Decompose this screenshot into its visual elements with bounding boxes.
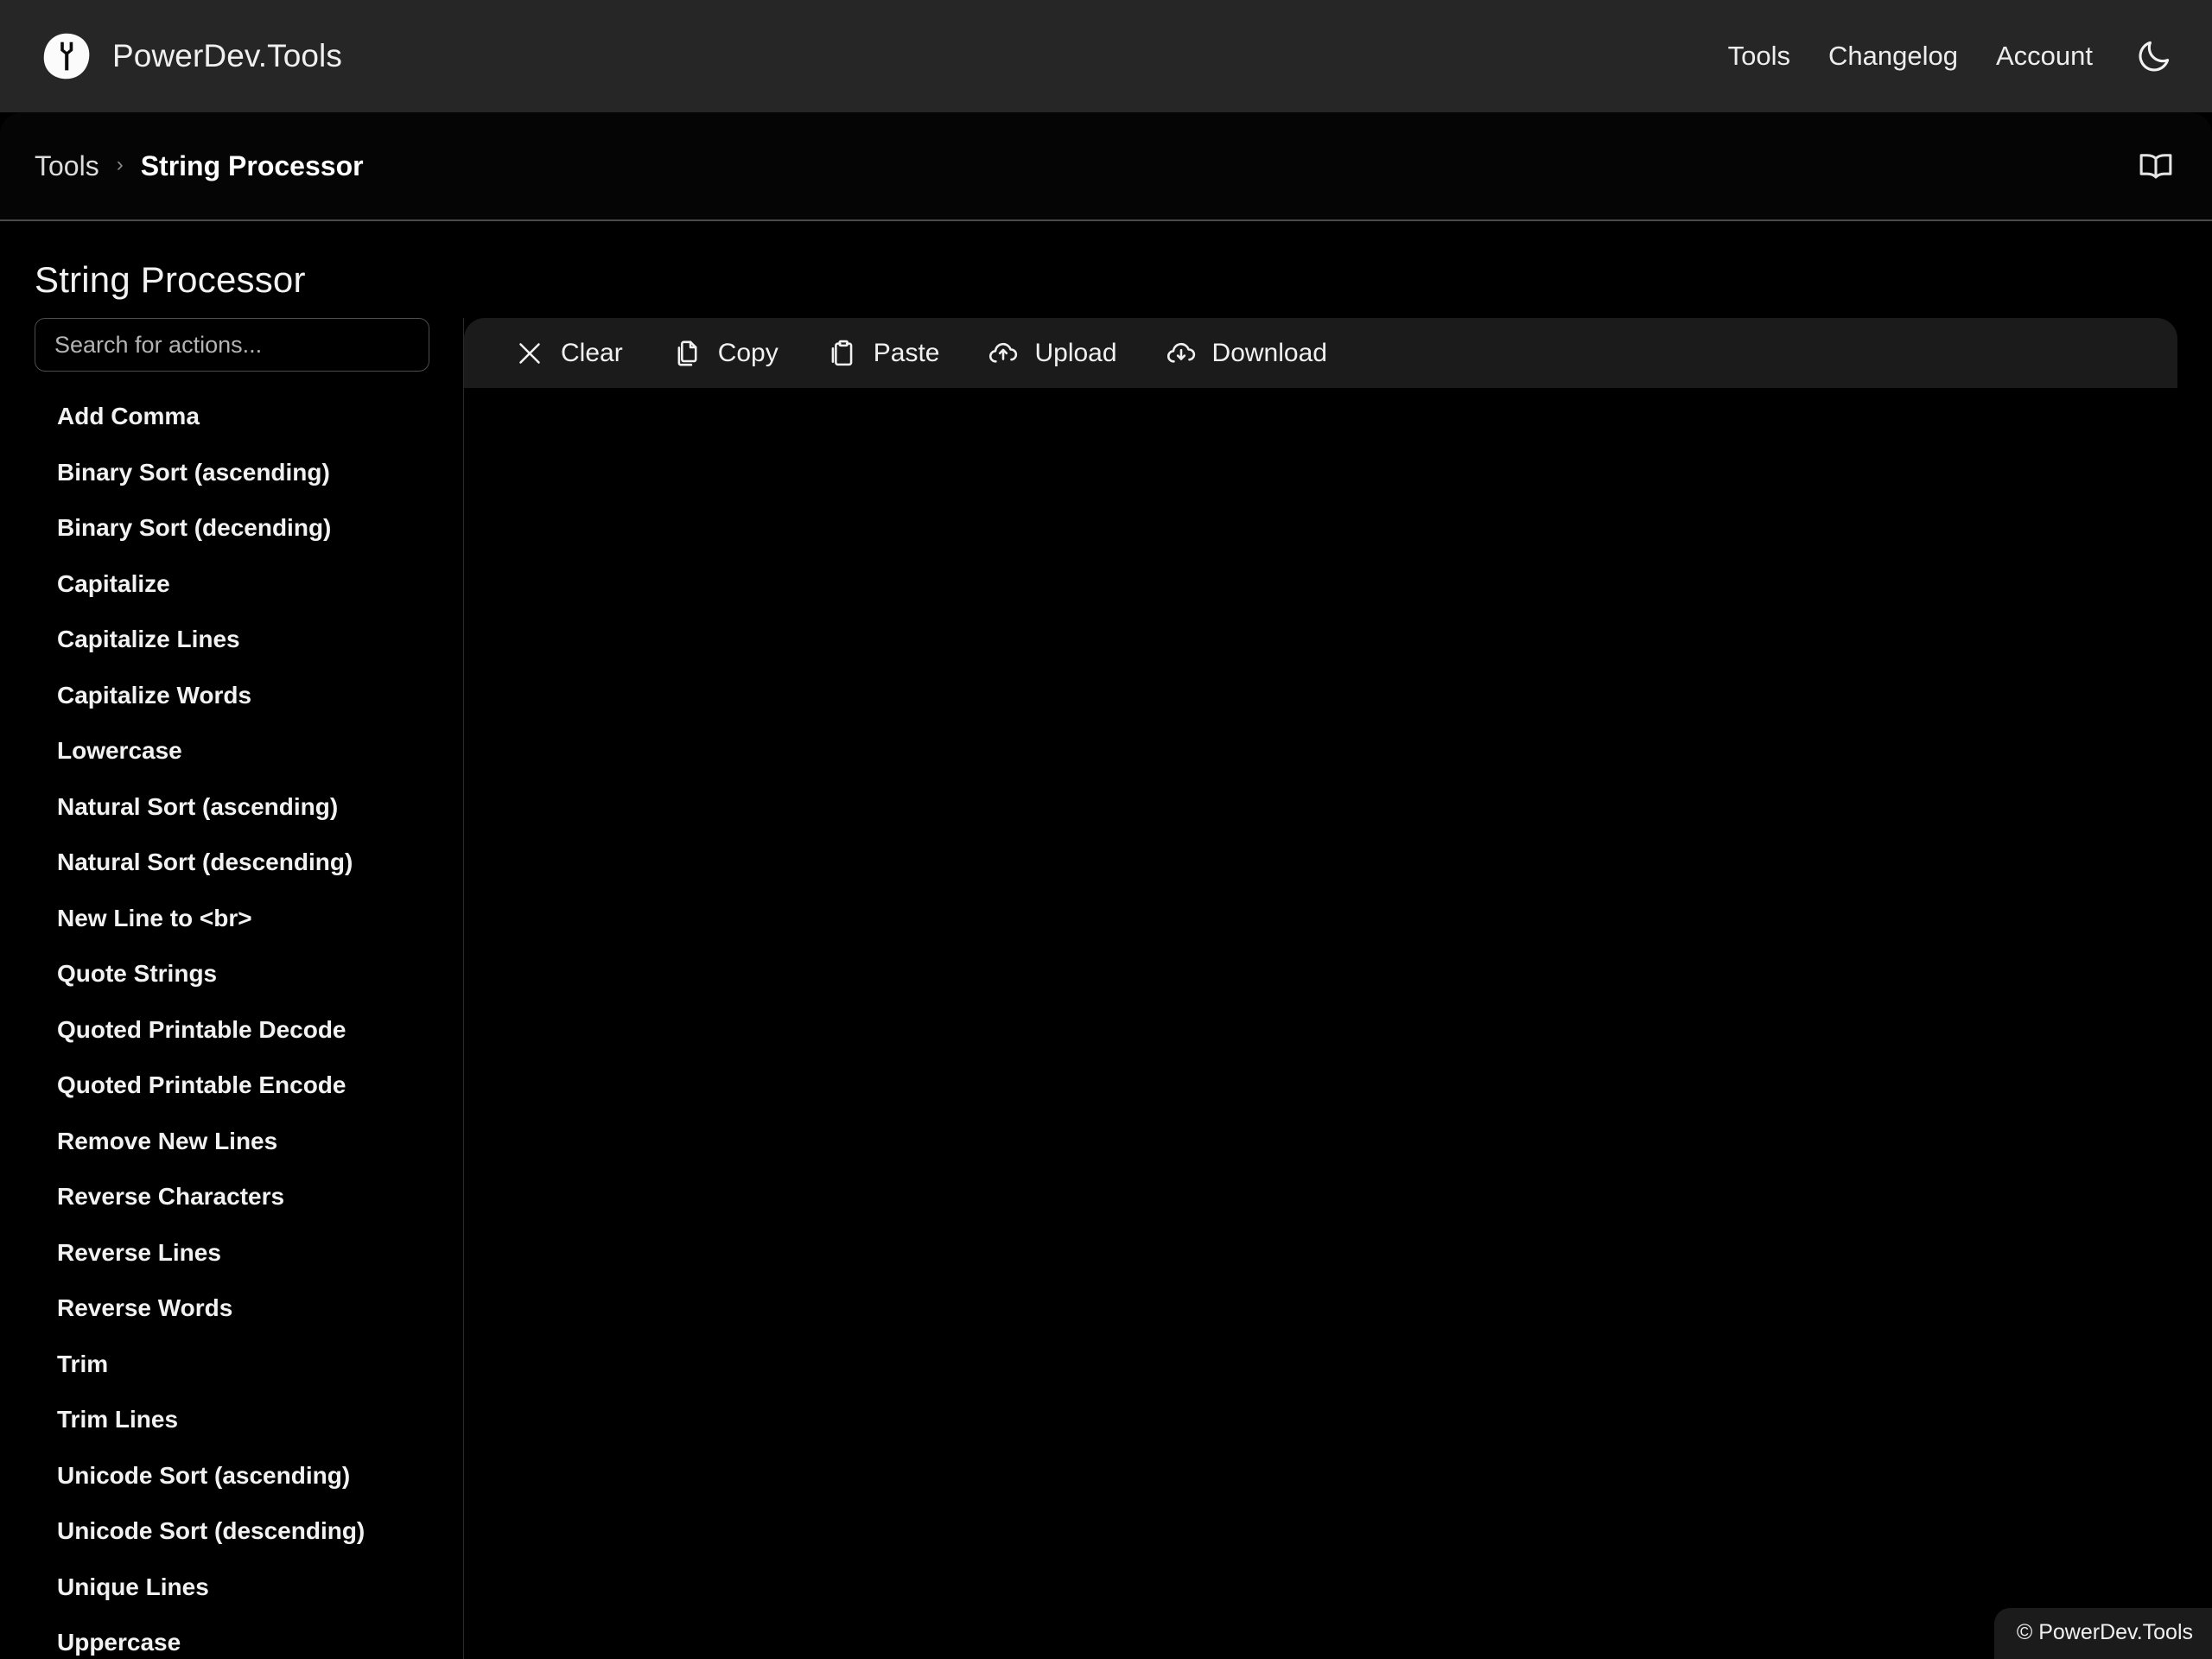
close-x-icon-wrap (514, 338, 545, 369)
list-item[interactable]: Natural Sort (descending) (0, 835, 463, 891)
action-label: Remove New Lines (57, 1127, 278, 1154)
breadcrumb-bar: Tools › String Processor (0, 112, 2212, 221)
action-label: Reverse Characters (57, 1183, 285, 1211)
action-label: Capitalize (57, 569, 170, 597)
action-label: Binary Sort (ascending) (57, 458, 330, 486)
action-label: Quoted Printable Decode (57, 1015, 346, 1043)
copy-button[interactable]: Copy (647, 318, 803, 388)
action-label: Capitalize Lines (57, 626, 240, 653)
action-label: Quote Strings (57, 960, 218, 988)
list-item[interactable]: Quote Strings (0, 946, 463, 1002)
upload-button[interactable]: Upload (963, 318, 1141, 388)
actions-sidebar: Add Comma Binary Sort (ascending) Binary S… (0, 318, 464, 1659)
action-label: Unicode Sort (ascending) (57, 1461, 351, 1489)
action-label: Trim (57, 1350, 109, 1377)
cloud-download-icon (1166, 342, 1195, 363)
action-label: Reverse Words (57, 1294, 233, 1322)
nav-account[interactable]: Account (1977, 41, 2112, 72)
tool-label: Paste (873, 338, 940, 367)
wrench-logo-icon (43, 33, 90, 79)
list-item[interactable]: Unicode Sort (descending) (0, 1503, 463, 1560)
action-list: Add Comma Binary Sort (ascending) Binary S… (0, 389, 463, 1659)
tool-label: Download (1211, 338, 1327, 367)
list-item[interactable]: Capitalize Words (0, 668, 463, 724)
tool-label: Clear (561, 338, 623, 367)
list-item[interactable]: Lowercase (0, 723, 463, 779)
brand-home-link[interactable]: PowerDev.Tools (41, 31, 342, 81)
clipboard-icon (831, 340, 853, 365)
list-item[interactable]: Quoted Printable Decode (0, 1002, 463, 1058)
action-label: Unique Lines (57, 1573, 209, 1600)
action-label: Unicode Sort (descending) (57, 1517, 365, 1545)
top-nav-links: Tools Changelog Account (1709, 36, 2174, 76)
close-x-icon (519, 342, 540, 364)
list-item[interactable]: Capitalize (0, 556, 463, 613)
download-button[interactable]: Download (1141, 318, 1351, 388)
text-editor[interactable] (464, 388, 2177, 1659)
clear-button[interactable]: Clear (490, 318, 647, 388)
page-title: String Processor (35, 259, 306, 300)
tool-label: Upload (1034, 338, 1117, 367)
list-item[interactable]: Unique Lines (0, 1560, 463, 1616)
tool-label: Copy (717, 338, 779, 367)
list-item[interactable]: Reverse Lines (0, 1225, 463, 1281)
cloud-download-icon-wrap (1166, 338, 1197, 369)
action-label: Lowercase (57, 737, 182, 765)
action-label: Binary Sort (decending) (57, 514, 332, 542)
action-label: New Line to <br> (57, 904, 252, 931)
list-item[interactable]: Trim (0, 1337, 463, 1393)
brand-name: PowerDev.Tools (112, 38, 342, 73)
search-container (0, 318, 463, 372)
copy-icon-wrap (671, 338, 702, 369)
action-label: Trim Lines (57, 1406, 179, 1433)
theme-toggle-button[interactable] (2134, 36, 2174, 76)
list-item[interactable]: Uppercase (0, 1615, 463, 1659)
action-label: Capitalize Words (57, 681, 252, 709)
action-label: Add Comma (57, 403, 200, 430)
cloud-upload-icon (989, 342, 1018, 363)
nav-changelog[interactable]: Changelog (1809, 41, 1977, 72)
list-item[interactable]: Binary Sort (ascending) (0, 445, 463, 501)
action-label: Natural Sort (descending) (57, 849, 353, 876)
copyright-watermark: © PowerDev.Tools (1993, 1608, 2212, 1659)
moon-icon (2139, 41, 2170, 72)
breadcrumb: Tools › String Processor (35, 150, 2133, 182)
action-label: Quoted Printable Encode (57, 1071, 346, 1099)
content-panel: Clear Copy Paste Upload Download (464, 318, 2177, 1659)
book-icon (2139, 154, 2172, 179)
copy-icon (677, 340, 697, 365)
list-item[interactable]: Remove New Lines (0, 1114, 463, 1170)
action-label: Reverse Lines (57, 1238, 221, 1266)
action-label: Uppercase (57, 1629, 181, 1656)
list-item[interactable]: Natural Sort (ascending) (0, 779, 463, 836)
editor-toolbar: Clear Copy Paste Upload Download (464, 318, 2177, 388)
list-item[interactable]: New Line to <br> (0, 891, 463, 947)
list-item[interactable]: Binary Sort (decending) (0, 500, 463, 556)
paste-button[interactable]: Paste (803, 318, 964, 388)
list-item[interactable]: Quoted Printable Encode (0, 1058, 463, 1114)
breadcrumb-parent-link[interactable]: Tools (35, 150, 99, 182)
chevron-right-icon: › (116, 153, 124, 176)
documentation-button[interactable] (2133, 143, 2179, 189)
nav-tools[interactable]: Tools (1709, 41, 1809, 72)
list-item[interactable]: Capitalize Lines (0, 612, 463, 668)
search-input[interactable] (35, 318, 429, 372)
list-item[interactable]: Reverse Words (0, 1281, 463, 1337)
breadcrumb-current: String Processor (140, 149, 364, 181)
list-item[interactable]: Add Comma (0, 389, 463, 445)
action-label: Natural Sort (ascending) (57, 792, 339, 820)
list-item[interactable]: Reverse Characters (0, 1169, 463, 1225)
cloud-upload-icon-wrap (988, 338, 1019, 369)
top-navigation-bar: PowerDev.Tools Tools Changelog Account (0, 0, 2212, 112)
list-item[interactable]: Unicode Sort (ascending) (0, 1448, 463, 1504)
list-item[interactable]: Trim Lines (0, 1392, 463, 1448)
clipboard-icon-wrap (827, 338, 858, 369)
